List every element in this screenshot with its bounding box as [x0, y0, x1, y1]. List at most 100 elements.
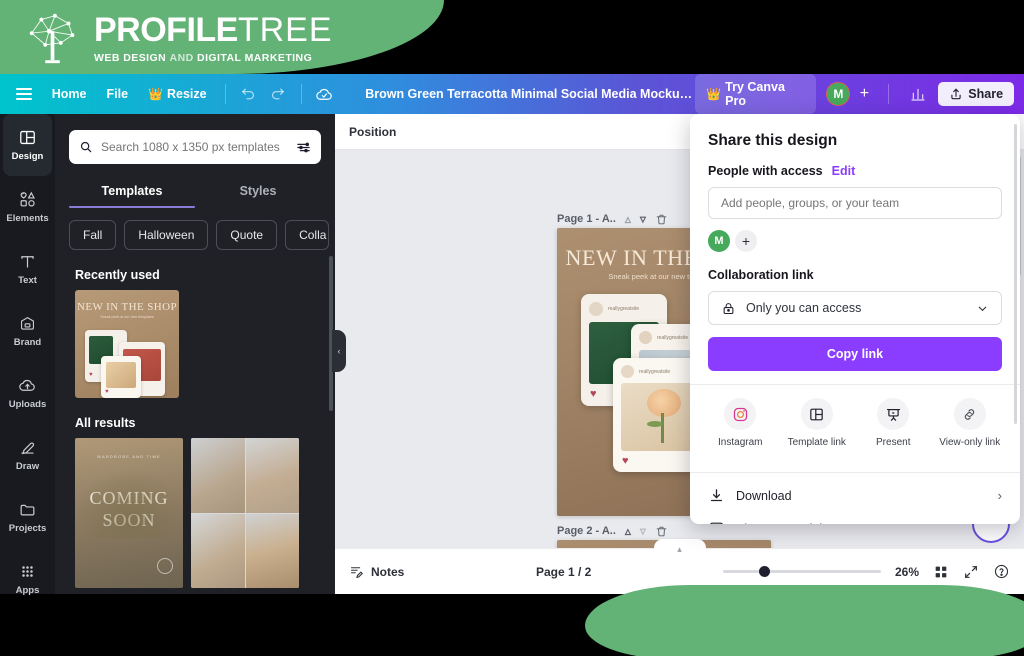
trash-icon-2[interactable] — [655, 525, 668, 538]
document-title[interactable]: Brown Green Terracotta Minimal Social Me… — [365, 87, 695, 101]
add-people-input[interactable] — [721, 196, 989, 210]
chevron-up-icon[interactable]: ▵ — [625, 212, 631, 226]
divider-2 — [690, 472, 1020, 473]
profiletree-footer-blob — [585, 585, 1024, 656]
cloud-saved-icon[interactable] — [310, 79, 340, 109]
text-t-icon — [21, 256, 34, 268]
sidebar-item-brand[interactable]: Brand — [0, 300, 55, 362]
sidebar-item-text[interactable]: Text — [0, 238, 55, 300]
menu-home[interactable]: Home — [42, 81, 97, 107]
redo-icon[interactable] — [263, 79, 293, 109]
chip-quote[interactable]: Quote — [216, 220, 278, 250]
hamburger-menu-icon[interactable] — [16, 88, 32, 100]
people-avatars: M + — [708, 230, 1002, 252]
template-link-icon — [800, 398, 833, 430]
brand-kit-icon — [21, 316, 34, 330]
share-button[interactable]: Share — [938, 82, 1015, 106]
help-question-icon[interactable] — [993, 563, 1010, 580]
quick-action-template-link[interactable]: Template link — [779, 398, 856, 448]
chevron-right-icon-2[interactable]: › — [998, 521, 1002, 524]
chip-collage[interactable]: Colla — [285, 220, 330, 250]
share-row-download[interactable]: Download › — [690, 479, 1020, 512]
brand-title: PROFILETREE — [94, 11, 333, 50]
filter-sliders-icon[interactable] — [296, 140, 311, 155]
chevron-right-icon[interactable]: › — [998, 488, 1002, 503]
page-2-header: Page 2 - A.. ▵ ▿ — [557, 524, 668, 538]
folder-icon — [20, 504, 35, 516]
user-avatar[interactable]: M — [826, 82, 851, 106]
chevron-down-icon[interactable] — [976, 302, 989, 315]
undo-icon[interactable] — [234, 79, 264, 109]
trash-icon[interactable] — [655, 213, 668, 226]
sidebar-item-apps[interactable]: Apps — [0, 548, 55, 610]
page-1-header: Page 1 - A.. ▵ ▿ — [557, 212, 668, 226]
page-1-label[interactable]: Page 1 - A.. — [557, 213, 616, 225]
page-count-label: Page 1 / 2 — [535, 564, 592, 579]
sidebar-item-projects[interactable]: Projects — [0, 486, 55, 548]
avatar[interactable]: M — [708, 230, 730, 252]
add-people-field[interactable] — [708, 187, 1002, 219]
notes-button[interactable]: Notes — [349, 564, 404, 579]
share-panel-scrollbar[interactable] — [1014, 124, 1017, 424]
sidebar-item-uploads[interactable]: Uploads — [0, 362, 55, 424]
insights-bar-chart-icon[interactable] — [903, 79, 932, 109]
tab-styles[interactable]: Styles — [195, 174, 321, 208]
quick-action-label-view-only-link: View-only link — [939, 437, 1001, 448]
pro-crown-icon: 👑 — [706, 87, 722, 101]
result-thumbnail-2[interactable] — [191, 438, 299, 588]
expand-fullscreen-icon[interactable] — [963, 564, 979, 580]
access-level-select[interactable]: Only you can access — [708, 291, 1002, 325]
result-kicker: WARDROBE AND TIME — [97, 454, 161, 459]
menu-file[interactable]: File — [96, 81, 138, 107]
sidebar-item-elements[interactable]: Elements — [0, 176, 55, 238]
share-social-icon — [710, 522, 723, 524]
edit-access-link[interactable]: Edit — [832, 164, 856, 178]
zoom-slider-knob[interactable] — [758, 566, 770, 577]
search-input[interactable] — [101, 140, 288, 154]
zoom-slider[interactable] — [722, 566, 881, 577]
tab-templates[interactable]: Templates — [69, 174, 195, 208]
chevron-up-icon-2[interactable]: ▵ — [625, 524, 631, 538]
notes-label: Notes — [371, 564, 405, 579]
post-handle-3: reallygreatsite — [639, 369, 671, 375]
share-social-label: Share on social — [736, 522, 822, 525]
position-button[interactable]: Position — [349, 125, 396, 139]
add-person-button[interactable]: + — [735, 230, 757, 252]
chevron-down-icon[interactable]: ▿ — [640, 212, 646, 226]
page-tabs-expand-handle[interactable]: ▴ — [653, 539, 706, 555]
chip-fall[interactable]: Fall — [69, 220, 117, 250]
all-results-heading: All results — [75, 416, 136, 430]
quick-action-view-only-link[interactable]: View-only link — [932, 398, 1009, 448]
quick-action-present[interactable]: Present — [855, 398, 932, 448]
instagram-icon — [724, 398, 757, 430]
page-2-label[interactable]: Page 2 - A.. — [557, 525, 616, 537]
chip-halloween[interactable]: Halloween — [124, 220, 209, 250]
profiletree-brand-banner: PROFILETREE WEB DESIGN AND DIGITAL MARKE… — [0, 0, 444, 74]
recently-used-heading: Recently used — [75, 268, 160, 282]
quick-action-instagram[interactable]: Instagram — [702, 398, 779, 448]
sidebar-item-draw[interactable]: Draw — [0, 424, 55, 486]
try-canva-pro-button[interactable]: 👑 Try Canva Pro — [695, 74, 817, 114]
template-search-box[interactable] — [69, 130, 321, 164]
panel-collapse-button[interactable]: ‹ — [332, 330, 346, 372]
zoom-level-label[interactable]: 26% — [895, 565, 919, 579]
design-layout-icon — [20, 130, 35, 145]
chevron-down-icon-2[interactable]: ▿ — [640, 524, 646, 538]
recently-used-thumbnail[interactable]: NEW IN THE SHOP Sneak peek at our new te… — [75, 290, 179, 398]
present-screen-icon — [877, 398, 910, 430]
search-icon — [80, 141, 92, 153]
sidebar-item-design[interactable]: Design — [3, 114, 52, 176]
menu-resize[interactable]: 👑 Resize — [138, 81, 217, 107]
copy-link-button[interactable]: Copy link — [708, 337, 1002, 371]
collaboration-link-label: Collaboration link — [708, 268, 814, 282]
grid-view-icon[interactable] — [933, 564, 949, 580]
toolbar-divider — [224, 84, 226, 104]
quick-action-label-instagram: Instagram — [718, 437, 763, 448]
thumb-title: NEW IN THE SHOP — [76, 301, 177, 313]
access-level-value: Only you can access — [746, 301, 862, 315]
category-chips: Fall Halloween Quote Colla › — [69, 220, 335, 250]
result-thumbnail-1[interactable]: WARDROBE AND TIME COMING SOON — [75, 438, 183, 588]
share-row-share-on-social[interactable]: Share on social › — [690, 512, 1020, 524]
add-collaborator-button[interactable]: + — [854, 84, 874, 104]
notes-icon — [350, 567, 364, 579]
